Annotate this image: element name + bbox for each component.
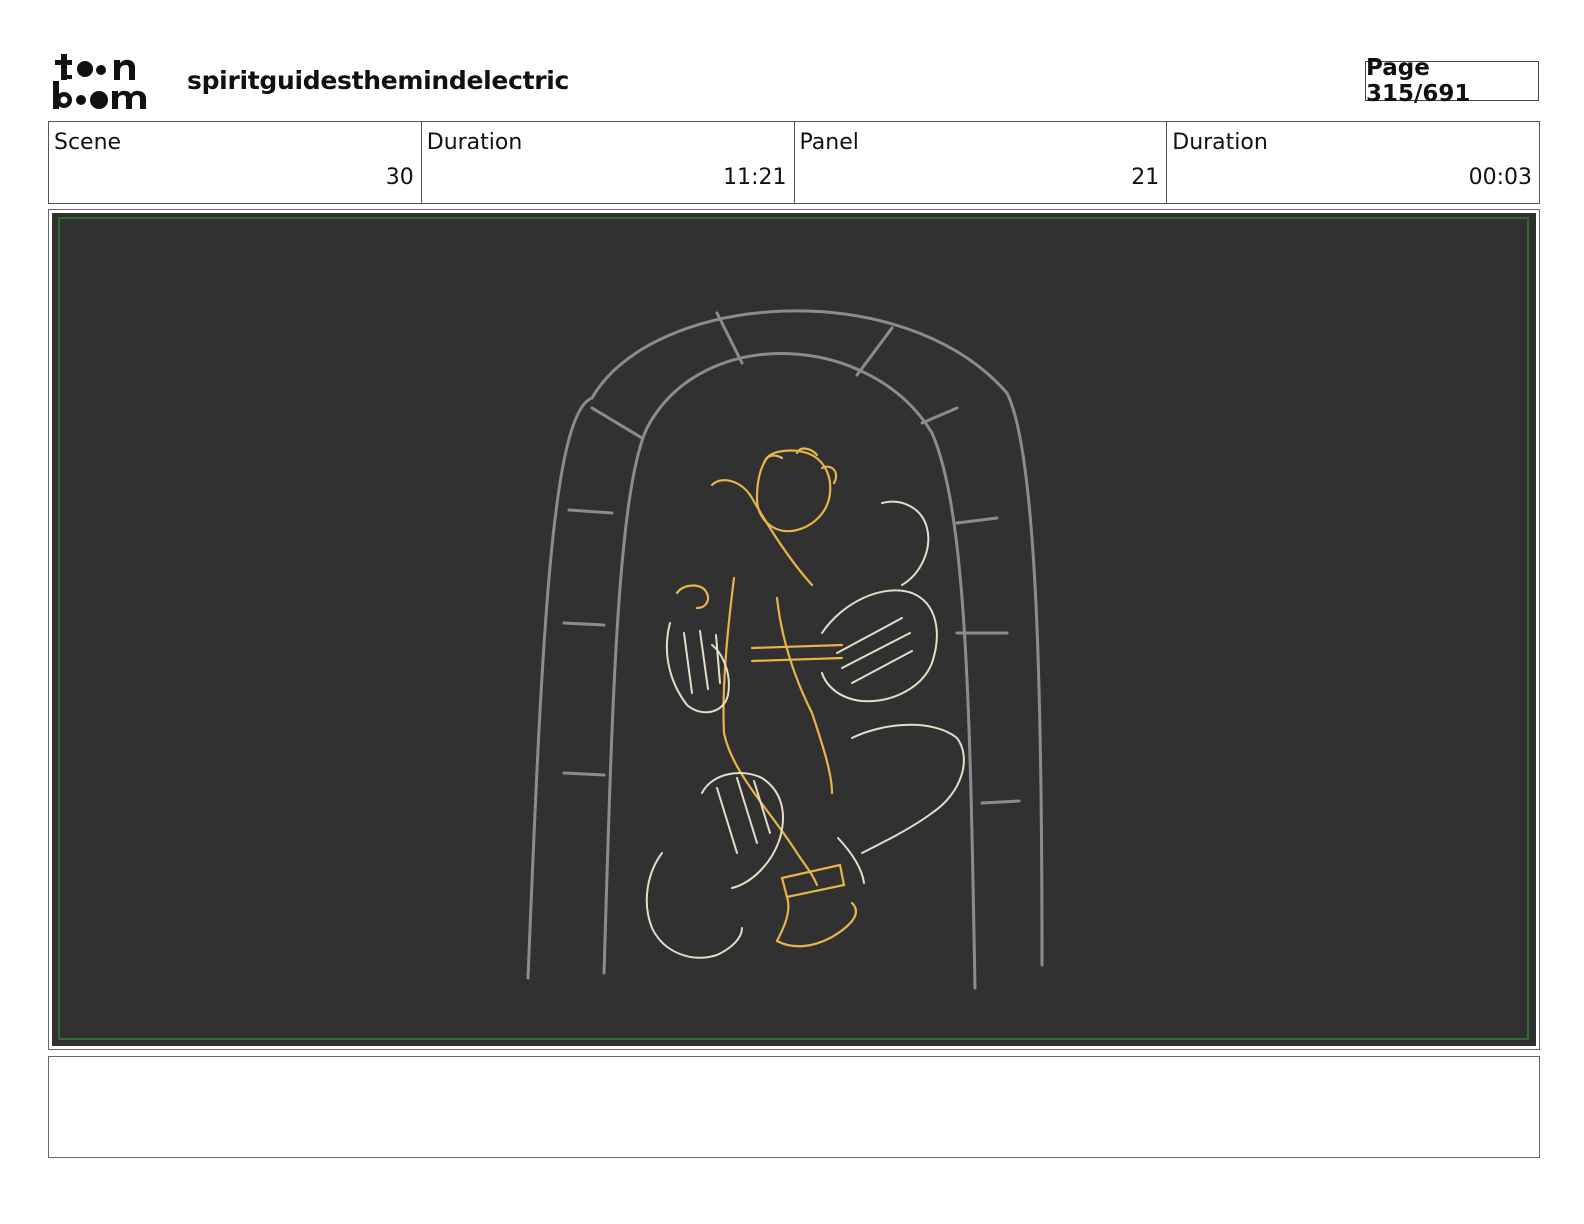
scene-duration-cell: Duration 11:21 [422,122,795,203]
scene-duration-value: 11:21 [723,165,787,190]
panel-label: Panel [799,130,859,155]
panel-notes-box [48,1056,1540,1158]
panel-duration-cell: Duration 00:03 [1167,122,1539,203]
toonboom-logo [52,50,164,112]
project-title: spiritguidesthemindelectric [187,66,570,95]
panel-duration-label: Duration [1172,130,1268,155]
scene-value: 30 [385,165,414,190]
scene-label: Scene [54,130,122,155]
panel-sketch [58,217,1529,1040]
panel-cell: Panel 21 [795,122,1168,203]
panel-info-table: Scene 30 Duration 11:21 Panel 21 Duratio… [48,121,1540,204]
storyboard-panel-image [52,213,1536,1046]
panel-value: 21 [1131,165,1160,190]
panel-duration-value: 00:03 [1468,165,1532,190]
storyboard-panel-frame [48,209,1540,1050]
hands-sketch [645,500,965,959]
safe-frame [58,217,1529,1040]
scene-duration-label: Duration [426,130,523,155]
page-indicator: Page 315/691 [1365,55,1539,107]
character-sketch [675,447,857,948]
scene-cell: Scene 30 [49,122,422,203]
